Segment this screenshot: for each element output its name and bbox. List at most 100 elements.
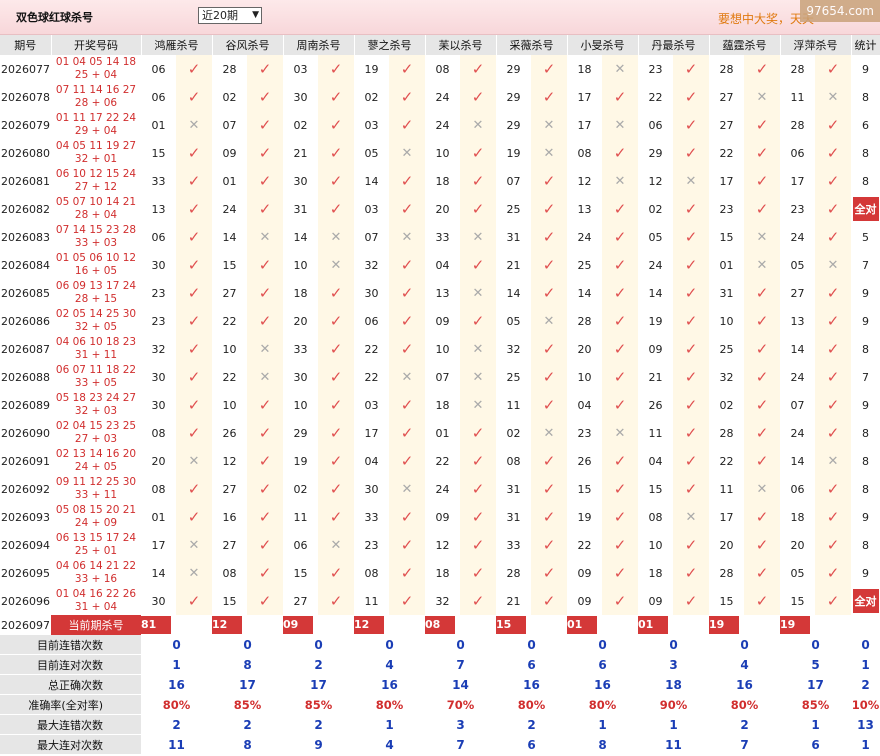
stat-value: 80% — [162, 697, 191, 712]
total-count: 8 — [862, 538, 869, 552]
stat-value: 6 — [811, 737, 820, 752]
draw-numbers-line1: 01 11 17 22 24 — [55, 112, 137, 124]
check-icon: ✓ — [460, 475, 496, 503]
kill-number: 26 — [577, 454, 592, 468]
table-row: 2026085 06 09 13 17 24 28 + 15 23 ✓ 27 ✓ 18 ✓ 30 ✓… — [0, 279, 880, 307]
current-kill-badge: 12 — [212, 616, 242, 634]
issue-number: 2026087 — [1, 342, 50, 356]
check-icon: ✓ — [247, 559, 283, 587]
check-icon: ✓ — [176, 139, 212, 167]
draw-numbers-line1: 05 18 23 24 27 — [55, 392, 137, 404]
kill-number: 14 — [577, 286, 592, 300]
check-icon: ✓ — [318, 111, 354, 139]
check-icon: ✓ — [602, 335, 638, 363]
kill-number: 04 — [364, 454, 379, 468]
stat-value: 1 — [669, 717, 678, 732]
current-kill-badge: 19 — [709, 616, 739, 634]
stat-value: 4 — [385, 657, 394, 672]
stat-value: 17 — [807, 677, 824, 692]
check-icon: ✓ — [815, 335, 851, 363]
draw-numbers: 02 13 14 16 20 24 + 05 — [51, 447, 141, 475]
check-icon: ✓ — [247, 447, 283, 475]
kill-number: 23 — [648, 62, 663, 76]
cross-icon: ✕ — [602, 419, 638, 447]
check-icon: ✓ — [176, 223, 212, 251]
check-icon: ✓ — [531, 279, 567, 307]
draw-numbers-line2: 31 + 11 — [74, 349, 118, 361]
issue-number: 2026096 — [1, 594, 50, 608]
check-icon: ✓ — [389, 587, 425, 615]
kill-number: 27 — [222, 538, 237, 552]
current-kill-badge: 01 — [638, 616, 668, 634]
check-icon: ✓ — [744, 531, 780, 559]
draw-numbers: 05 07 10 14 21 28 + 04 — [51, 195, 141, 223]
kill-number: 01 — [151, 118, 166, 132]
stat-value: 1 — [598, 717, 607, 732]
check-icon: ✓ — [744, 447, 780, 475]
check-icon: ✓ — [389, 307, 425, 335]
kill-number: 12 — [435, 538, 450, 552]
stat-row: 目前连对次数 1 8 2 4 7 6 6 3 4 5 1 — [0, 654, 880, 675]
stat-value: 0 — [243, 637, 252, 652]
total-count: 8 — [862, 90, 869, 104]
check-icon: ✓ — [673, 363, 709, 391]
check-icon: ✓ — [531, 167, 567, 195]
draw-numbers-line2: 33 + 11 — [74, 489, 118, 501]
check-icon: ✓ — [318, 279, 354, 307]
draw-numbers-line2: 32 + 03 — [74, 405, 118, 417]
check-icon: ✓ — [389, 335, 425, 363]
kill-number: 30 — [293, 370, 308, 384]
check-icon: ✓ — [531, 447, 567, 475]
kill-number: 01 — [222, 174, 237, 188]
stat-label: 准确率(全对率) — [0, 694, 141, 715]
draw-numbers-line1: 05 08 15 20 21 — [55, 504, 137, 516]
kill-number: 22 — [364, 342, 379, 356]
kill-number: 22 — [719, 146, 734, 160]
cross-icon: ✕ — [460, 223, 496, 251]
issue-number: 2026095 — [1, 566, 50, 580]
stat-value: 0 — [456, 637, 465, 652]
draw-numbers: 06 09 13 17 24 28 + 15 — [51, 279, 141, 307]
kill-number: 15 — [648, 482, 663, 496]
current-kill-badge: 19 — [780, 616, 810, 634]
draw-numbers-line1: 05 07 10 14 21 — [55, 196, 137, 208]
kill-number: 09 — [577, 566, 592, 580]
kill-number: 20 — [435, 202, 450, 216]
kill-number: 27 — [222, 482, 237, 496]
cross-icon: ✕ — [531, 111, 567, 139]
kill-number: 26 — [222, 426, 237, 440]
total-count: 7 — [862, 370, 869, 384]
kill-number: 19 — [364, 62, 379, 76]
stat-value: 0 — [861, 637, 870, 652]
check-icon: ✓ — [176, 391, 212, 419]
kill-number: 02 — [364, 90, 379, 104]
cross-icon: ✕ — [389, 475, 425, 503]
check-icon: ✓ — [389, 251, 425, 279]
issue-number: 2026089 — [1, 398, 50, 412]
check-icon: ✓ — [389, 503, 425, 531]
stat-value: 8 — [598, 737, 607, 752]
table-row: 2026079 01 11 17 22 24 29 + 04 01 ✕ 07 ✓ 02 ✓ 03 ✓… — [0, 111, 880, 139]
kill-number: 33 — [435, 230, 450, 244]
kill-number: 05 — [364, 146, 379, 160]
draw-numbers-line1: 07 14 15 23 28 — [55, 224, 137, 236]
stat-row: 准确率(全对率) 80% 85% 85% 80% 70% 80% 80% 90% 80% 85% 10… — [0, 694, 880, 715]
current-kill-cell: 19 — [780, 615, 851, 635]
cross-icon: ✕ — [744, 475, 780, 503]
table-row: 2026077 01 04 05 14 18 25 + 04 06 ✓ 28 ✓ 03 ✓ 19 ✓… — [0, 55, 880, 83]
kill-number: 01 — [151, 510, 166, 524]
period-select[interactable]: 近20期 ▼ — [198, 7, 262, 24]
column-header: 统计 — [851, 35, 880, 55]
cross-icon: ✕ — [531, 307, 567, 335]
draw-numbers: 06 13 15 17 24 25 + 01 — [51, 531, 141, 559]
kill-number: 10 — [435, 342, 450, 356]
kill-number: 10 — [222, 342, 237, 356]
current-issue-label: 当前期杀号 — [51, 615, 141, 635]
check-icon: ✓ — [602, 139, 638, 167]
total-cell: 全对 — [851, 195, 880, 223]
check-icon: ✓ — [176, 335, 212, 363]
check-icon: ✓ — [673, 55, 709, 83]
kill-number: 06 — [151, 62, 166, 76]
kill-number: 18 — [293, 286, 308, 300]
kill-number: 24 — [790, 370, 805, 384]
